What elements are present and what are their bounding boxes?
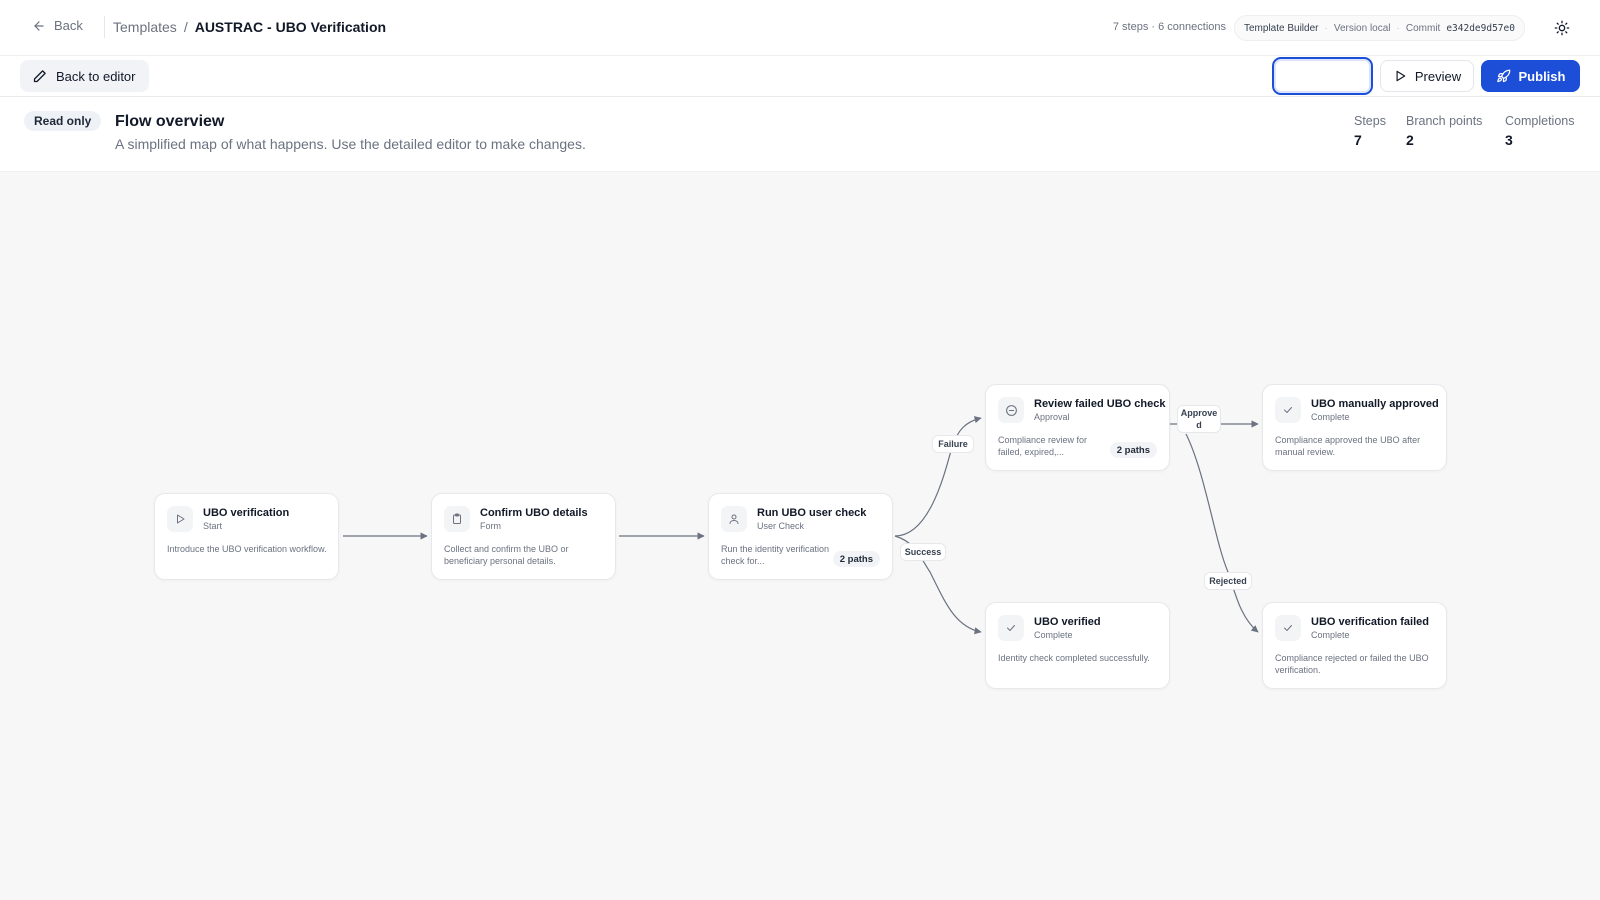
breadcrumb: Templates / AUSTRAC - UBO Verification <box>113 19 386 35</box>
arrow-left-icon <box>34 20 44 31</box>
node-description: Identity check completed successfully. <box>998 653 1150 663</box>
app-name: Template Builder <box>1244 22 1319 34</box>
flow-node-manually-approved[interactable]: UBO manually approved Complete Complianc… <box>1262 384 1447 471</box>
stat-value: 3 <box>1505 132 1513 148</box>
preview-button[interactable]: Preview <box>1380 60 1474 92</box>
node-title: UBO manually approved <box>1311 398 1439 410</box>
back-to-editor-label: Back to editor <box>56 68 136 84</box>
publish-label: Publish <box>1518 68 1566 84</box>
stat-steps: Steps 7 <box>1354 114 1386 148</box>
user-icon <box>721 506 747 532</box>
node-type: Start <box>203 521 223 531</box>
check-icon <box>998 615 1024 641</box>
flow-node-form[interactable]: Confirm UBO details Form Collect and con… <box>431 493 616 580</box>
node-title: Confirm UBO details <box>480 507 588 519</box>
pencil-icon <box>33 69 46 82</box>
edge-review-rejected <box>1185 433 1259 633</box>
check-icon <box>1275 397 1301 423</box>
commit-hash: e342de9d57e0 <box>1446 22 1515 34</box>
overview-title: Flow overview <box>115 113 225 130</box>
back-button[interactable]: Back <box>32 18 83 33</box>
divider <box>104 16 105 38</box>
breadcrumb-separator: / <box>183 19 188 35</box>
rocket-icon <box>1496 69 1510 82</box>
flow-node-approval[interactable]: Review failed UBO check Approval Complia… <box>985 384 1170 471</box>
back-label: Back <box>54 18 83 33</box>
edge-label-rejected: Rejected <box>1204 572 1252 590</box>
play-icon <box>1396 70 1406 82</box>
node-type: Complete <box>1034 630 1073 640</box>
node-type: Complete <box>1311 412 1350 422</box>
node-title: Run UBO user check <box>757 507 867 519</box>
node-description: Collect and confirm the UBO or beneficia… <box>444 544 569 566</box>
node-description: Compliance review for failed, expired,..… <box>998 435 1088 457</box>
edge-label-success: Success <box>900 543 946 561</box>
back-to-editor-button[interactable]: Back to editor <box>20 60 149 92</box>
edge-label-failure: Failure <box>932 435 974 453</box>
version-info: Template Builder · Version local · Commi… <box>1234 15 1525 41</box>
node-title: UBO verification failed <box>1311 616 1429 628</box>
publish-button[interactable]: Publish <box>1481 60 1580 92</box>
stat-value: 2 <box>1406 132 1414 148</box>
node-title: UBO verification <box>203 507 290 519</box>
flow-node-verified[interactable]: UBO verified Complete Identity check com… <box>985 602 1170 689</box>
meta-separator: · <box>1324 22 1328 34</box>
version-label: Version local <box>1333 22 1391 34</box>
sun-icon <box>1554 20 1570 36</box>
node-type: Form <box>480 521 501 531</box>
node-description: Compliance rejected or failed the UBO ve… <box>1275 653 1429 675</box>
commit-label: Commit <box>1405 22 1441 34</box>
node-title: Review failed UBO check <box>1034 398 1166 410</box>
clipboard-icon <box>444 506 470 532</box>
top-bar: Back Templates / AUSTRAC - UBO Verificat… <box>0 0 1600 56</box>
flow-overview-header: Read only Flow overview A simplified map… <box>0 97 1600 172</box>
breadcrumb-templates[interactable]: Templates <box>113 19 177 35</box>
stat-label: Steps <box>1354 114 1386 128</box>
focused-button[interactable] <box>1272 57 1373 95</box>
flow-summary: 7 steps · 6 connections <box>1112 21 1226 33</box>
stat-completions: Completions 3 <box>1505 114 1574 148</box>
meta-separator: · <box>1396 22 1400 34</box>
flow-canvas[interactable]: UBO verification Start Introduce the UBO… <box>0 172 1600 900</box>
stat-label: Branch points <box>1406 114 1483 128</box>
stat-value: 7 <box>1354 132 1362 148</box>
preview-label: Preview <box>1414 68 1462 84</box>
node-description: Introduce the UBO verification workflow. <box>167 544 327 554</box>
flow-node-verification-failed[interactable]: UBO verification failed Complete Complia… <box>1262 602 1447 689</box>
check-icon <box>1275 615 1301 641</box>
edge-label-approved: Approve d <box>1177 405 1221 433</box>
stat-label: Completions <box>1505 114 1575 128</box>
node-type: Approval <box>1034 412 1070 422</box>
theme-toggle-button[interactable] <box>1551 17 1573 39</box>
read-only-badge: Read only <box>24 111 102 131</box>
node-type: Complete <box>1311 630 1350 640</box>
node-description: Run the identity verification check for.… <box>721 544 830 566</box>
paths-badge: 2 paths <box>832 551 880 567</box>
play-icon <box>167 506 193 532</box>
node-title: UBO verified <box>1034 616 1101 628</box>
toolbar: Back to editor Preview Publish <box>0 56 1600 97</box>
flow-node-start[interactable]: UBO verification Start Introduce the UBO… <box>154 493 339 580</box>
page-title: AUSTRAC - UBO Verification <box>194 19 387 35</box>
approval-icon <box>998 397 1024 423</box>
node-description: Compliance approved the UBO after manual… <box>1275 435 1421 457</box>
stat-branch-points: Branch points 2 <box>1406 114 1482 148</box>
overview-subtitle: A simplified map of what happens. Use th… <box>115 136 586 152</box>
node-type: User Check <box>757 521 805 531</box>
flow-node-user-check[interactable]: Run UBO user check User Check Run the id… <box>708 493 893 580</box>
paths-badge: 2 paths <box>1109 442 1157 458</box>
